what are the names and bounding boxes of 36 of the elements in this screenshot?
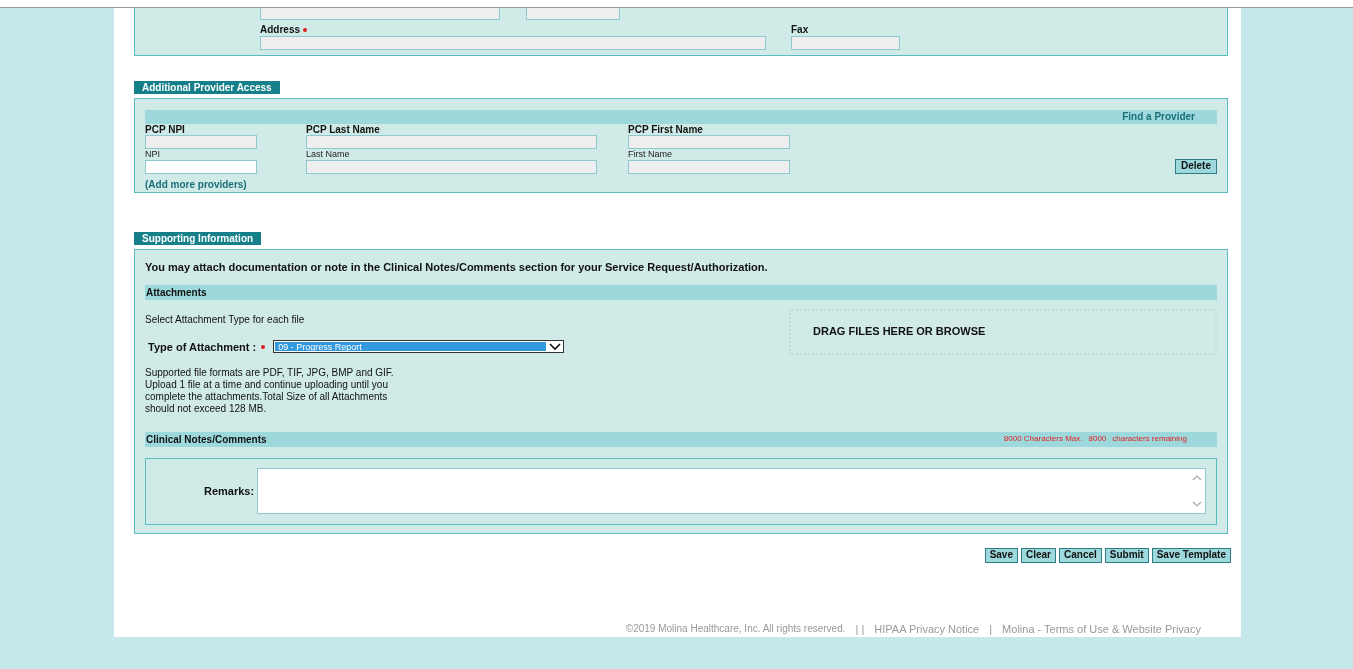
form-button[interactable]: Clear xyxy=(1021,547,1056,563)
drop-zone[interactable]: DRAG FILES HERE OR BROWSE xyxy=(789,308,1217,355)
caret-icon xyxy=(549,342,562,351)
char-remaining-text: characters remaining xyxy=(1112,433,1187,445)
find-provider-link[interactable]: Find a Provider xyxy=(1122,109,1195,124)
instruction-text: Select Attachment Type for each file xyxy=(145,313,306,326)
form-button[interactable]: Save Template xyxy=(1151,547,1231,563)
remarks-field[interactable] xyxy=(257,468,1206,514)
form-button[interactable]: Submit xyxy=(1104,547,1149,563)
section-title: Attachments xyxy=(146,285,207,300)
form-button[interactable]: Save xyxy=(984,547,1018,563)
char-count: 8000 xyxy=(1088,433,1107,445)
field-label: Last Name xyxy=(306,148,351,160)
separator-text: | | xyxy=(855,621,865,637)
field-label: PCP Last Name xyxy=(306,123,381,135)
field-label: Type of Attachment : xyxy=(148,339,257,355)
field-label: PCP NPI xyxy=(145,123,186,135)
input-field[interactable] xyxy=(145,159,257,174)
format-note: Supported file formats are PDF, TIF, JPG, BMP and GIF. Upload 1 file at a time and continue uploading until you complete the attachments.Total Size of all Attachments should not exceed 128 MB. xyxy=(145,367,395,415)
field-label: Fax xyxy=(791,24,809,36)
section-title: Clinical Notes/Comments xyxy=(146,432,267,447)
delete-button[interactable]: Delete xyxy=(1175,158,1217,174)
section-tab[interactable]: Supporting Information xyxy=(134,231,262,245)
char-limit-text: 8000 Characters Max. xyxy=(1003,433,1083,445)
separator-text: | xyxy=(989,621,993,637)
field-label: PCP First Name xyxy=(628,123,704,135)
copyright-text: ©2019 Molina Healthcare, Inc. All rights reserved. xyxy=(625,622,846,637)
field-label: Address xyxy=(260,24,300,36)
intro-text: You may attach documentation or note in the Clinical Notes/Comments section for your Service Request/Authorization. xyxy=(145,260,769,274)
field-label: First Name xyxy=(628,148,673,160)
field-label: Remarks: xyxy=(204,483,255,499)
add-providers-link[interactable]: (Add more providers) xyxy=(145,176,247,192)
form-button[interactable]: Cancel xyxy=(1059,547,1102,563)
field-label: NPI xyxy=(145,148,161,160)
drop-zone-label: DRAG FILES HERE OR BROWSE xyxy=(813,324,986,340)
section-tab[interactable]: Additional Provider Access xyxy=(134,80,280,94)
